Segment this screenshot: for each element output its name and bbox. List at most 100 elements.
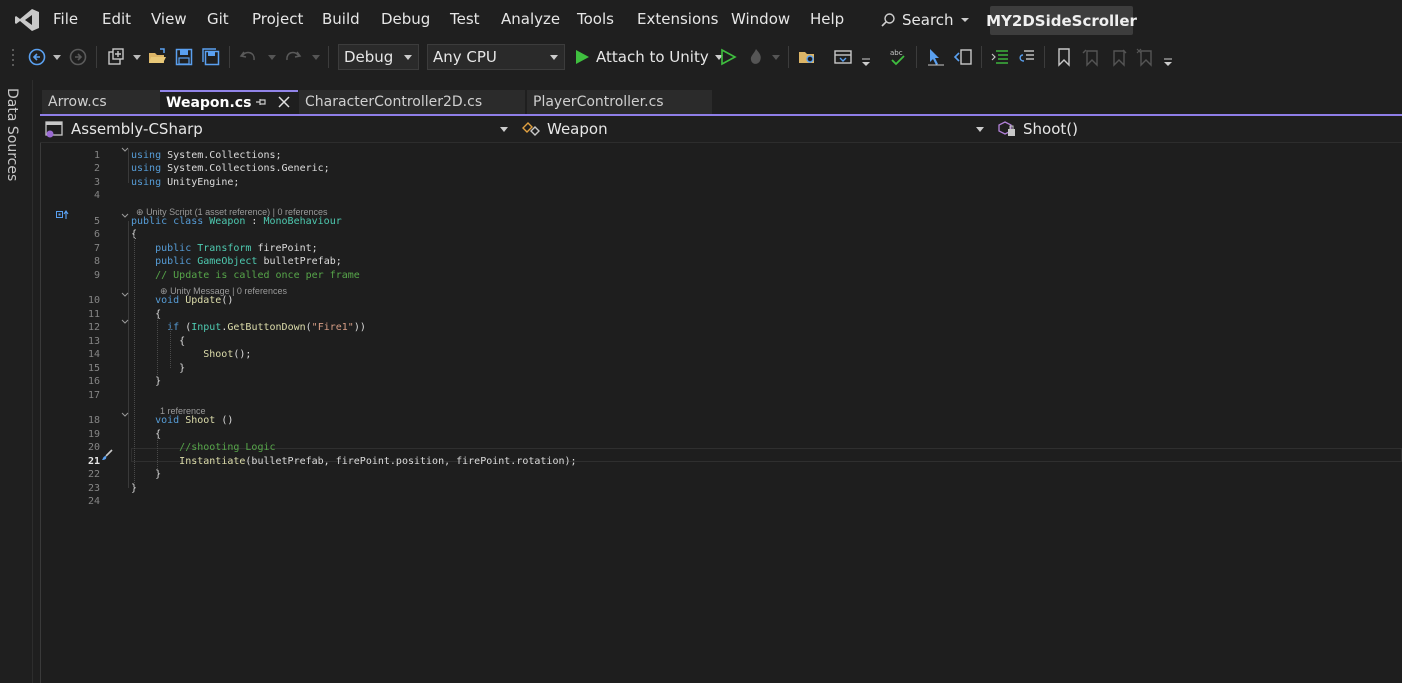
line-number[interactable]: 1 bbox=[70, 149, 100, 162]
bookmark-icon[interactable] bbox=[1054, 47, 1074, 67]
fold-toggle-icon[interactable] bbox=[121, 212, 129, 220]
code-line[interactable]: public GameObject bulletPrefab; bbox=[131, 255, 342, 268]
code-line[interactable]: } bbox=[131, 468, 161, 481]
menu-tools[interactable]: Tools bbox=[577, 10, 614, 28]
clear-bookmarks-icon[interactable] bbox=[1135, 47, 1155, 67]
chevron-down-icon[interactable] bbox=[976, 127, 984, 132]
project-dropdown[interactable]: Assembly-CSharp bbox=[45, 118, 203, 140]
line-number[interactable]: 8 bbox=[70, 255, 100, 268]
data-sources-tab[interactable]: Data Sources bbox=[4, 88, 20, 181]
back-dropdown-icon[interactable] bbox=[53, 55, 61, 60]
line-number[interactable]: 14 bbox=[70, 348, 100, 361]
codelens-shoot[interactable]: 1 reference bbox=[155, 396, 206, 416]
menu-extensions[interactable]: Extensions bbox=[637, 10, 718, 28]
codelens-class[interactable]: ⊕ Unity Script (1 asset reference) | 0 r… bbox=[131, 197, 327, 218]
tab-charactercontroller2d-cs[interactable]: CharacterController2D.cs bbox=[299, 90, 525, 114]
uncomment-icon[interactable] bbox=[1016, 47, 1036, 67]
line-number[interactable]: 9 bbox=[70, 269, 100, 282]
code-line[interactable]: Shoot(); bbox=[131, 348, 251, 361]
menu-analyze[interactable]: Analyze bbox=[501, 10, 560, 28]
toolbar-overflow-icon[interactable] bbox=[1163, 58, 1173, 66]
close-icon[interactable] bbox=[278, 96, 290, 108]
fold-toggle-icon[interactable] bbox=[121, 146, 129, 154]
line-number[interactable]: 13 bbox=[70, 335, 100, 348]
code-line[interactable]: } bbox=[131, 375, 161, 388]
member-dropdown[interactable]: Shoot() bbox=[997, 118, 1078, 140]
line-number[interactable]: 11 bbox=[70, 308, 100, 321]
menu-view[interactable]: View bbox=[151, 10, 187, 28]
line-number[interactable]: 22 bbox=[70, 468, 100, 481]
unity-class-glyph-icon[interactable] bbox=[56, 210, 69, 220]
menu-debug[interactable]: Debug bbox=[381, 10, 430, 28]
solution-configuration-combo[interactable]: Debug bbox=[338, 44, 419, 70]
code-line[interactable]: } bbox=[131, 482, 137, 495]
solution-platform-combo[interactable]: Any CPU bbox=[427, 44, 565, 70]
code-line[interactable]: using System.Collections.Generic; bbox=[131, 162, 330, 175]
menu-build[interactable]: Build bbox=[322, 10, 360, 28]
next-bookmark-icon[interactable] bbox=[1108, 47, 1128, 67]
comment-icon[interactable] bbox=[990, 47, 1010, 67]
menu-git[interactable]: Git bbox=[207, 10, 229, 28]
line-number[interactable]: 2 bbox=[70, 162, 100, 175]
line-number[interactable]: 12 bbox=[70, 321, 100, 334]
pin-icon[interactable] bbox=[255, 96, 267, 108]
back-icon[interactable] bbox=[27, 47, 47, 67]
fold-toggle-icon[interactable] bbox=[121, 411, 129, 419]
menu-project[interactable]: Project bbox=[252, 10, 303, 28]
code-line[interactable]: //shooting Logic bbox=[131, 441, 275, 454]
tab-weapon-cs[interactable]: Weapon.cs bbox=[160, 90, 298, 114]
new-project-dropdown-icon[interactable] bbox=[133, 55, 141, 60]
line-number[interactable]: 15 bbox=[70, 362, 100, 375]
new-project-icon[interactable] bbox=[106, 47, 126, 67]
overflow-dropdown-icon[interactable] bbox=[861, 58, 871, 66]
vs-logo-icon[interactable] bbox=[14, 8, 40, 32]
line-number[interactable]: 16 bbox=[70, 375, 100, 388]
code-line[interactable]: Instantiate(bulletPrefab, firePoint.posi… bbox=[131, 455, 576, 468]
solution-explorer-folder-icon[interactable] bbox=[797, 47, 817, 67]
codelens-update[interactable]: ⊕ Unity Message | 0 references bbox=[155, 276, 287, 297]
menu-file[interactable]: File bbox=[53, 10, 78, 28]
line-number[interactable]: 4 bbox=[70, 189, 100, 202]
quick-action-brush-icon[interactable] bbox=[101, 449, 113, 461]
menu-edit[interactable]: Edit bbox=[102, 10, 131, 28]
code-line[interactable]: { bbox=[131, 335, 185, 348]
menu-help[interactable]: Help bbox=[810, 10, 844, 28]
line-number[interactable]: 3 bbox=[70, 176, 100, 189]
tab-playercontroller-cs[interactable]: PlayerController.cs bbox=[527, 90, 712, 114]
hot-reload-dropdown-icon[interactable] bbox=[772, 55, 780, 60]
search-box[interactable]: Search bbox=[880, 9, 970, 31]
code-line[interactable]: using UnityEngine; bbox=[131, 176, 239, 189]
menu-window[interactable]: Window bbox=[731, 10, 790, 28]
redo-icon[interactable] bbox=[283, 47, 303, 67]
line-number[interactable]: 23 bbox=[70, 482, 100, 495]
code-line[interactable]: } bbox=[131, 362, 185, 375]
line-number[interactable]: 17 bbox=[70, 389, 100, 402]
save-icon[interactable] bbox=[174, 47, 194, 67]
line-number[interactable]: 7 bbox=[70, 242, 100, 255]
start-without-debugging-icon[interactable] bbox=[718, 47, 738, 67]
undo-icon[interactable] bbox=[238, 47, 258, 67]
save-all-icon[interactable] bbox=[201, 47, 221, 67]
code-line[interactable]: if (Input.GetButtonDown("Fire1")) bbox=[131, 321, 366, 334]
tab-arrow-cs[interactable]: Arrow.cs bbox=[42, 90, 160, 114]
attach-to-unity-button[interactable]: Attach to Unity bbox=[574, 46, 723, 68]
menu-test[interactable]: Test bbox=[450, 10, 480, 28]
line-number[interactable]: 5 bbox=[70, 215, 100, 228]
line-number[interactable]: 10 bbox=[70, 294, 100, 307]
code-line[interactable]: using System.Collections; bbox=[131, 149, 282, 162]
browser-link-icon[interactable] bbox=[833, 47, 853, 67]
redo-dropdown-icon[interactable] bbox=[312, 55, 320, 60]
code-line[interactable]: public Transform firePoint; bbox=[131, 242, 318, 255]
line-number[interactable]: 20 bbox=[70, 441, 100, 454]
type-dropdown[interactable]: Weapon bbox=[521, 118, 608, 140]
line-number[interactable]: 21 bbox=[70, 455, 100, 468]
line-number[interactable]: 24 bbox=[70, 495, 100, 508]
hot-reload-icon[interactable] bbox=[746, 47, 766, 67]
dock-window-icon[interactable] bbox=[953, 47, 973, 67]
forward-icon[interactable] bbox=[68, 47, 88, 67]
line-number[interactable]: 18 bbox=[70, 414, 100, 427]
previous-bookmark-icon[interactable] bbox=[1081, 47, 1101, 67]
fold-toggle-icon[interactable] bbox=[121, 291, 129, 299]
select-icon[interactable] bbox=[926, 47, 946, 67]
project-name-badge[interactable]: MY2DSideScroller bbox=[986, 6, 1137, 35]
